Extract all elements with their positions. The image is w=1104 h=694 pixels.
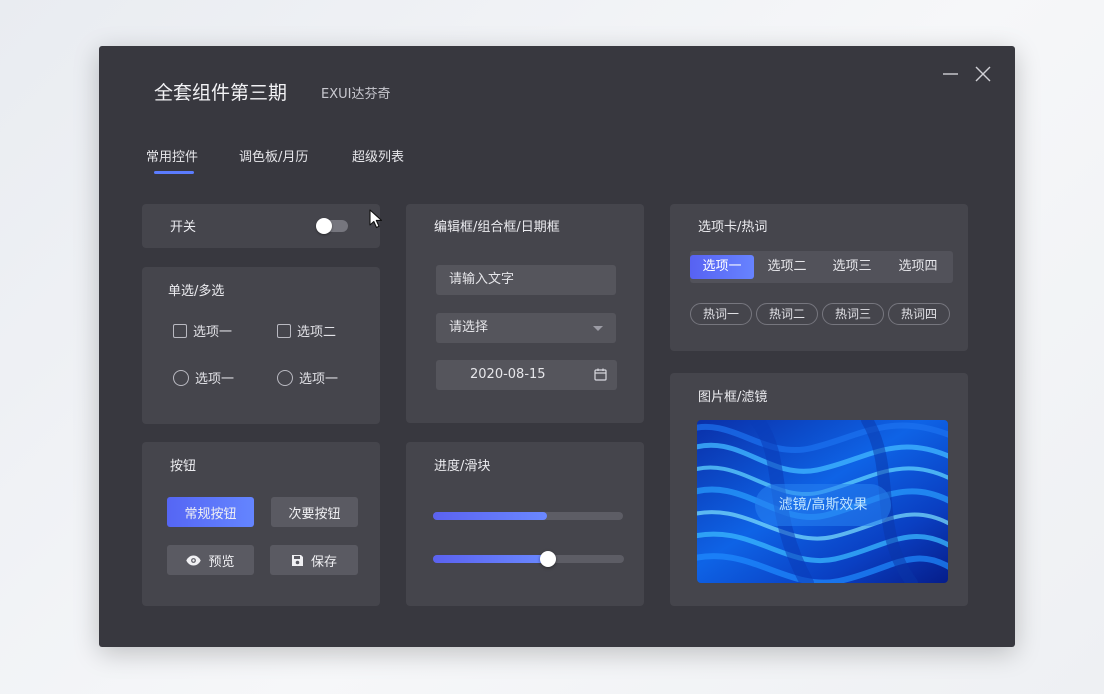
checkbox-box — [277, 323, 291, 338]
save-button[interactable]: 保存 — [270, 545, 358, 575]
close-icon[interactable] — [972, 63, 994, 85]
checkbox-label: 选项二 — [297, 325, 337, 340]
switch-card-title: 开关 — [170, 220, 197, 235]
tabs-card-title: 选项卡/热词 — [698, 220, 768, 235]
segmented-tabs: 选项一 选项二 选项三 选项四 — [690, 251, 953, 283]
combo-select[interactable]: 请选择 — [436, 313, 616, 343]
slider-thumb[interactable] — [539, 551, 556, 567]
segment-tab-1[interactable]: 选项一 — [690, 255, 754, 279]
combo-select-value: 请选择 — [449, 320, 489, 335]
segment-tab-2[interactable]: 选项二 — [756, 255, 818, 279]
dropdown-arrow-icon — [593, 326, 603, 331]
tab-super-list[interactable]: 超级列表 — [352, 146, 404, 165]
date-value: 2020-08-15 — [470, 367, 546, 382]
progress-bar-fill — [433, 512, 547, 520]
radio-option-2[interactable]: 选项一 — [277, 368, 338, 387]
save-icon — [291, 554, 303, 566]
active-tab-indicator — [154, 171, 194, 174]
radio-option-1[interactable]: 选项一 — [173, 368, 234, 387]
secondary-button[interactable]: 次要按钮 — [271, 497, 358, 527]
save-button-label: 保存 — [310, 554, 337, 570]
hot-word-tag-1[interactable]: 热词一 — [690, 303, 752, 325]
edit-card: 编辑框/组合框/日期框 请输入文字 请选择 2020-08-15 — [406, 204, 644, 423]
edit-card-title: 编辑框/组合框/日期框 — [434, 220, 560, 235]
radio-label: 选项一 — [195, 372, 235, 387]
checkbox-label: 选项一 — [193, 325, 233, 340]
radio-label: 选项一 — [299, 372, 339, 387]
preview-button[interactable]: 预览 — [167, 545, 254, 575]
slider-fill — [433, 555, 548, 563]
eye-icon — [186, 555, 202, 565]
checkbox-option-2[interactable]: 选项二 — [277, 321, 336, 340]
checkbox-box — [173, 323, 187, 338]
button-card: 按钮 常规按钮 次要按钮 预览 保存 — [142, 442, 380, 606]
window-subtitle: EXUI达芬奇 — [321, 87, 391, 102]
primary-button[interactable]: 常规按钮 — [167, 497, 254, 527]
slider[interactable] — [433, 551, 624, 567]
progress-card: 进度/滑块 — [406, 442, 644, 606]
radio-circle — [173, 369, 189, 386]
hot-word-tag-4[interactable]: 热词四 — [888, 303, 950, 325]
text-input[interactable]: 请输入文字 — [436, 265, 616, 295]
calendar-icon — [594, 368, 607, 381]
tab-palette-calendar[interactable]: 调色板/月历 — [239, 146, 308, 165]
hot-word-tag-2[interactable]: 热词二 — [756, 303, 818, 325]
button-card-title: 按钮 — [170, 459, 197, 474]
progress-bar — [433, 512, 623, 520]
image-card: 图片框/滤镜 滤镜/高斯效果 — [670, 373, 968, 606]
segment-tab-4[interactable]: 选项四 — [886, 255, 950, 279]
switch-card: 开关 — [142, 204, 380, 248]
preview-button-label: 预览 — [208, 554, 235, 570]
minimize-icon[interactable] — [940, 63, 962, 85]
filter-effect-label: 滤镜/高斯效果 — [755, 484, 891, 526]
tabs-card: 选项卡/热词 选项一 选项二 选项三 选项四 热词一 热词二 热词三 热词四 — [670, 204, 968, 351]
choice-card: 单选/多选 选项一 选项二 选项一 选项一 — [142, 267, 380, 424]
toggle-switch-knob — [316, 218, 332, 234]
image-card-title: 图片框/滤镜 — [698, 390, 768, 405]
radio-circle — [277, 369, 293, 386]
progress-card-title: 进度/滑块 — [434, 459, 491, 474]
hot-word-tag-3[interactable]: 热词三 — [822, 303, 884, 325]
mouse-cursor-icon — [369, 209, 383, 229]
toggle-switch[interactable] — [316, 218, 348, 234]
window-title: 全套组件第三期 — [154, 82, 288, 104]
checkbox-option-1[interactable]: 选项一 — [173, 321, 232, 340]
choice-card-title: 单选/多选 — [168, 284, 225, 299]
segment-tab-3[interactable]: 选项三 — [820, 255, 884, 279]
date-picker[interactable]: 2020-08-15 — [436, 360, 617, 390]
app-window: 全套组件第三期 EXUI达芬奇 常用控件 调色板/月历 超级列表 开关 单选/多… — [99, 46, 1015, 647]
image-frame: 滤镜/高斯效果 — [697, 420, 948, 583]
tab-common-controls[interactable]: 常用控件 — [146, 146, 198, 165]
